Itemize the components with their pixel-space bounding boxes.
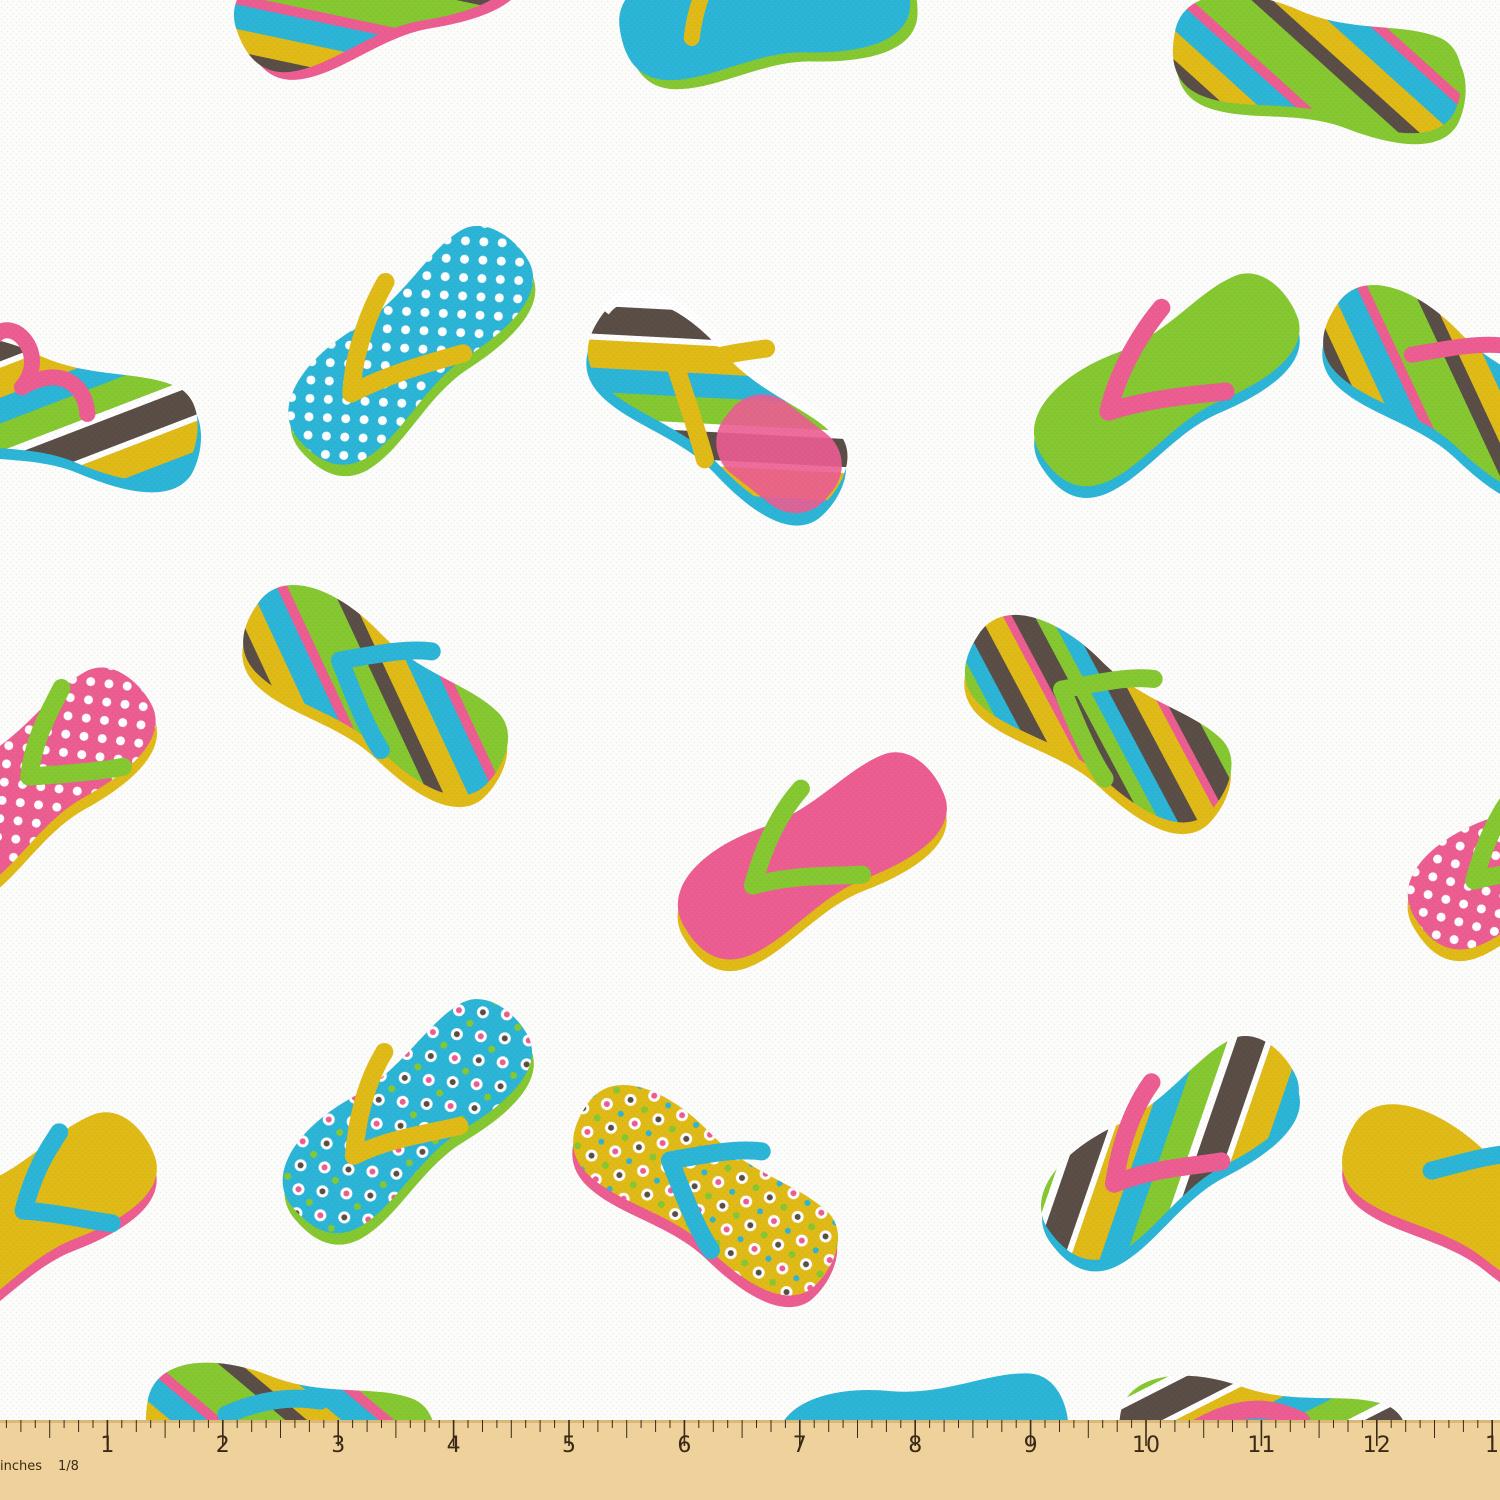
ruler-number: 11 bbox=[1247, 1433, 1275, 1458]
ruler: 1 2 3 4 5 6 7 8 9 10 11 12 1 inches 1/8 bbox=[0, 1420, 1500, 1500]
ruler-number: 3 bbox=[331, 1433, 345, 1458]
ruler-number: 9 bbox=[1024, 1433, 1038, 1458]
ruler-number: 12 bbox=[1363, 1433, 1391, 1458]
fabric-pattern bbox=[0, 0, 1500, 1420]
ruler-body bbox=[0, 1420, 1500, 1500]
ruler-number: 1 bbox=[100, 1433, 114, 1458]
ruler-number: 10 bbox=[1132, 1433, 1160, 1458]
ruler-number: 6 bbox=[677, 1433, 691, 1458]
ruler-number: 4 bbox=[447, 1433, 461, 1458]
ruler-unit-label: inches bbox=[0, 1459, 42, 1474]
ruler-number: 1 bbox=[1485, 1433, 1499, 1458]
ruler-number: 2 bbox=[216, 1433, 230, 1458]
ruler-number: 5 bbox=[562, 1433, 576, 1458]
ruler-fraction-label: 1/8 bbox=[58, 1459, 79, 1474]
ruler-number: 8 bbox=[908, 1433, 922, 1458]
ruler-number: 7 bbox=[793, 1433, 807, 1458]
